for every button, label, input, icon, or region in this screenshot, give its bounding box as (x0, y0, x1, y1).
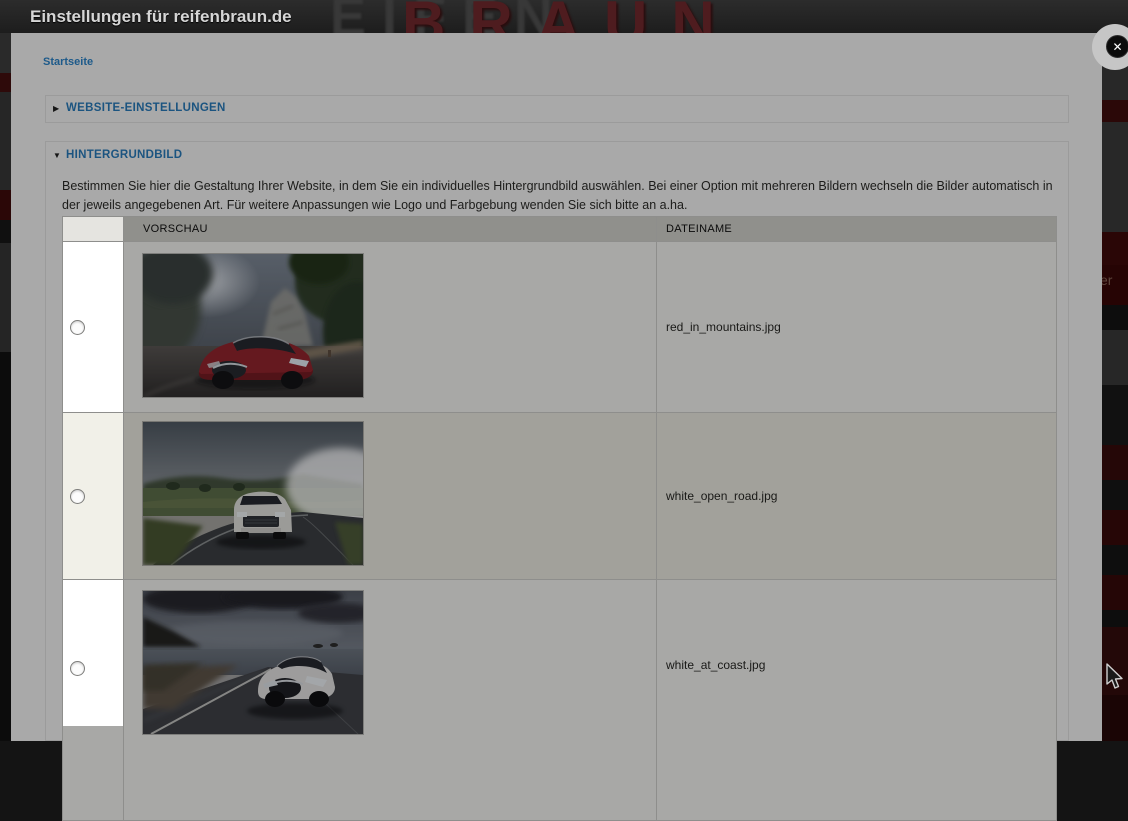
section-title: WEBSITE-EINSTELLUNGEN (66, 102, 226, 114)
preview-image-red-car-mountain-road (143, 254, 363, 397)
breadcrumb-startseite-link[interactable]: Startseite (43, 56, 93, 68)
table-header-dateiname: DATEINAME (657, 217, 1056, 241)
table-row-radio-cell[interactable] (63, 242, 123, 412)
page-title: Einstellungen für reifenbraun.de (30, 0, 292, 33)
background-site-topbar: EIFEN BRAUN Einstellungen für reifenbrau… (0, 0, 1128, 33)
section-title: HINTERGRUNDBILD (66, 149, 182, 161)
table-row-filename-cell[interactable]: white_open_road.jpg (657, 413, 1056, 579)
mouse-cursor-icon (1106, 663, 1124, 696)
preview-image-white-suv-open-road (143, 422, 363, 565)
table-row-filename-cell[interactable]: red_in_mountains.jpg (657, 242, 1056, 412)
background-radio-white-at-coast[interactable] (70, 661, 85, 676)
table-row-preview-cell[interactable] (124, 242, 656, 412)
expanded-arrow-icon: ▼ (53, 151, 63, 160)
background-site-right-edge (1102, 33, 1128, 741)
section-toggle-hintergrundbild[interactable]: ▼ HINTERGRUNDBILD (46, 142, 1068, 161)
section-description: Bestimmen Sie hier die Gestaltung Ihrer … (62, 177, 1054, 215)
background-brand-text: BRAUN (402, 0, 739, 33)
collapsed-arrow-icon: ▶ (53, 104, 63, 113)
background-radio-white-open-road[interactable] (70, 489, 85, 504)
panel-website-einstellungen: ▶ WEBSITE-EINSTELLUNGEN (45, 95, 1069, 123)
close-icon[interactable]: ✕ (1106, 35, 1128, 58)
background-image-table: VORSCHAU DATEINAME (62, 216, 1057, 821)
background-radio-red-in-mountains[interactable] (70, 320, 85, 335)
table-row-preview-cell[interactable] (124, 580, 656, 820)
background-site-left-edge (0, 33, 11, 741)
section-toggle-website-einstellungen[interactable]: ▶ WEBSITE-EINSTELLUNGEN (46, 96, 1068, 114)
table-row-preview-cell[interactable] (124, 413, 656, 579)
table-row-radio-cell[interactable] (63, 580, 123, 820)
panel-hintergrundbild: ▼ HINTERGRUNDBILD Bestimmen Sie hier die… (45, 141, 1069, 741)
table-header-vorschau: VORSCHAU (124, 217, 656, 241)
table-row-radio-cell[interactable] (63, 413, 123, 579)
preview-image-white-sedan-coast (143, 591, 363, 734)
settings-modal: ✕ Startseite ▶ WEBSITE-EINSTELLUNGEN ▼ H… (11, 33, 1102, 741)
table-row-filename-cell[interactable]: white_at_coast.jpg (657, 580, 1056, 820)
table-header-radio (63, 217, 123, 241)
